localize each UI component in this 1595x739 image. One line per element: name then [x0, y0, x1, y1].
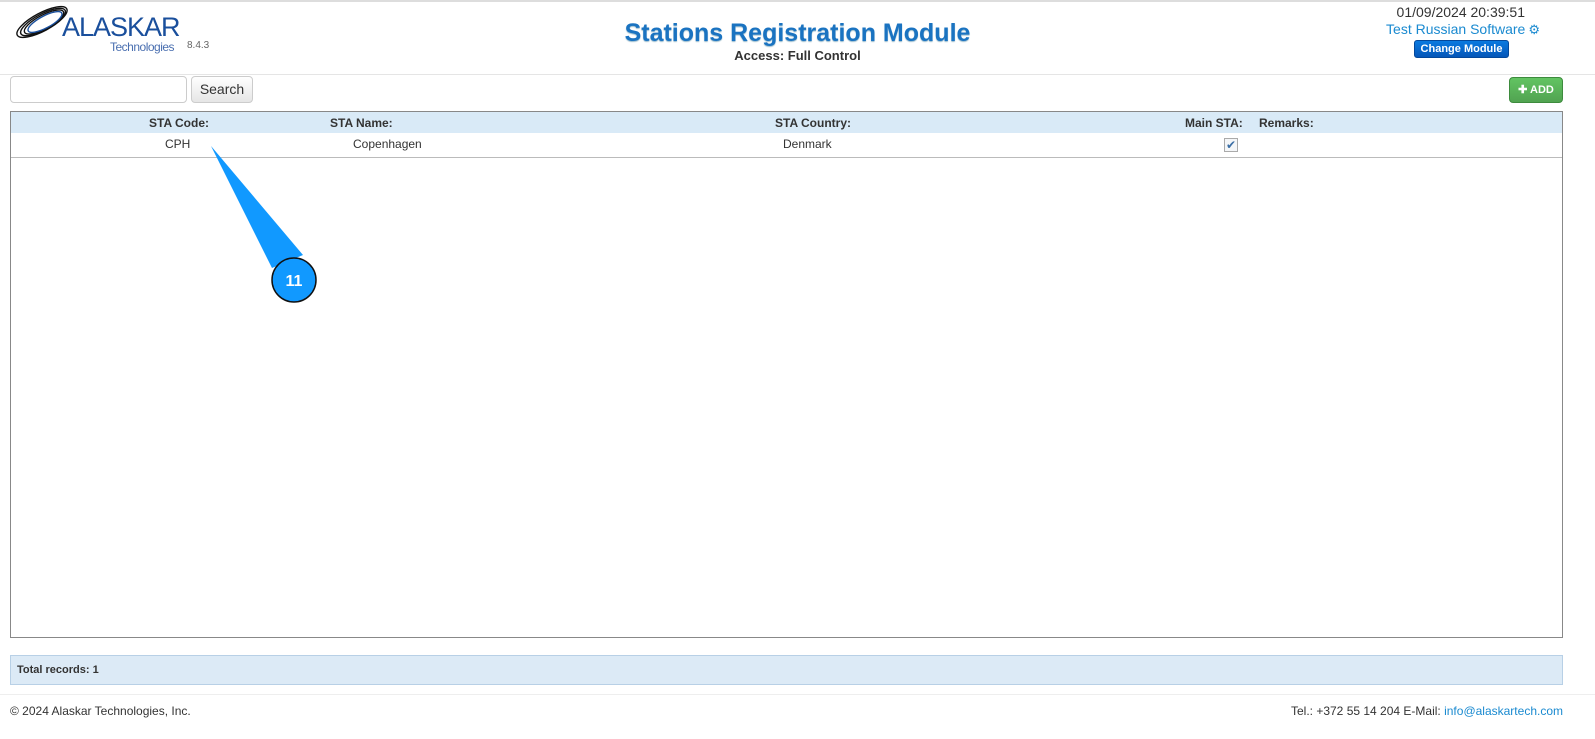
col-sta-country[interactable]: STA Country: — [775, 116, 851, 130]
user-link[interactable]: Test Russian Software ⚙ — [1386, 21, 1540, 38]
user-name[interactable]: Test Russian Software — [1386, 21, 1525, 37]
add-button[interactable]: ✚ ADD — [1509, 77, 1563, 103]
change-module-button[interactable]: Change Module — [1414, 40, 1509, 58]
add-label: ADD — [1530, 84, 1554, 96]
contact: Tel.: +372 55 14 204 E-Mail: info@alaska… — [1291, 704, 1563, 718]
gear-icon[interactable]: ⚙ — [1528, 22, 1540, 37]
email-link[interactable]: info@alaskartech.com — [1444, 704, 1563, 718]
col-remarks[interactable]: Remarks: — [1259, 116, 1314, 130]
footer-divider — [0, 694, 1595, 695]
datetime: 01/09/2024 20:39:51 — [1396, 4, 1525, 20]
main-sta-checkbox[interactable]: ✔ — [1224, 138, 1238, 152]
plus-icon: ✚ — [1518, 84, 1531, 96]
copyright: © 2024 Alaskar Technologies, Inc. — [10, 704, 191, 718]
contact-text: Tel.: +372 55 14 204 E-Mail: — [1290, 704, 1441, 718]
callout-pointer — [211, 146, 303, 268]
annotation-callout: 11 — [211, 146, 317, 303]
callout-number: 11 — [286, 273, 303, 290]
cell-country: Denmark — [783, 137, 832, 151]
col-main-sta[interactable]: Main STA: — [1185, 116, 1243, 130]
total-records: Total records: 1 — [10, 655, 1563, 685]
